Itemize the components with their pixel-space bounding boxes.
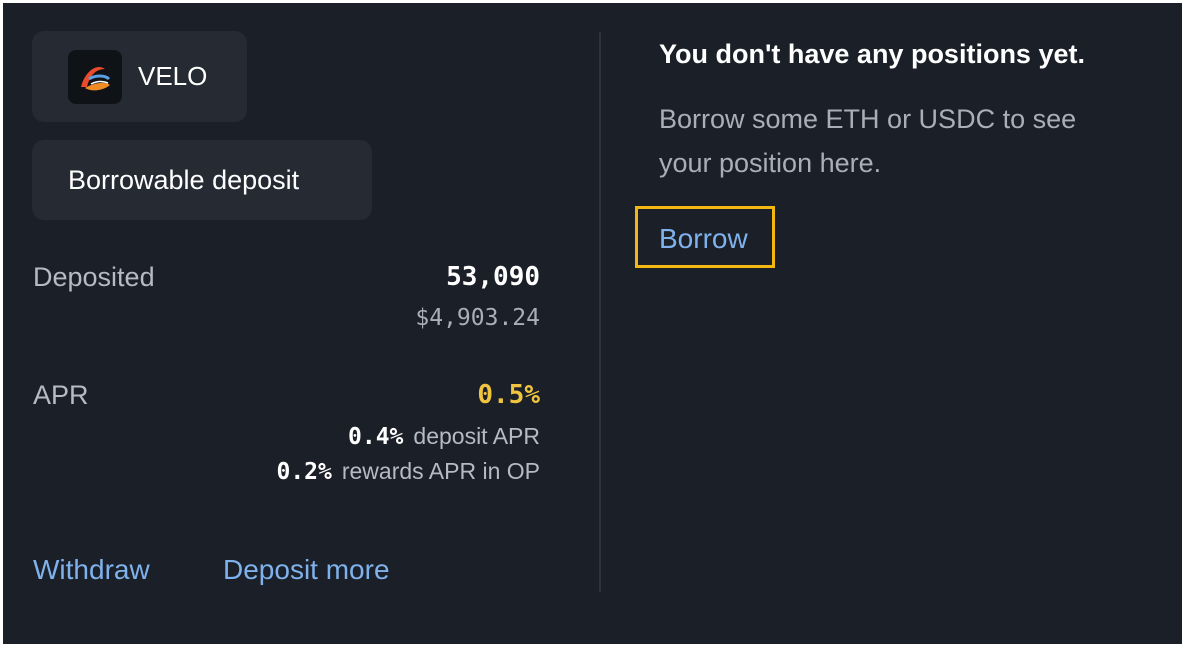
empty-positions-title: You don't have any positions yet. <box>659 39 1085 69</box>
token-name: VELO <box>138 61 208 91</box>
deposit-type-label: Borrowable deposit <box>68 164 300 195</box>
deposited-amount: 53,090 <box>446 262 540 292</box>
deposit-more-link[interactable]: Deposit more <box>223 554 390 586</box>
deposit-apr-row: 0.4% deposit APR <box>348 423 540 450</box>
rewards-apr-label: rewards APR in OP <box>341 458 540 484</box>
apr-label: APR <box>33 380 89 410</box>
token-chip: VELO <box>32 31 247 122</box>
apr-total: 0.5% <box>477 380 540 410</box>
rewards-apr-value: 0.2% <box>276 459 332 485</box>
velodrome-logo-icon <box>68 49 122 104</box>
deposited-label: Deposited <box>33 262 155 292</box>
withdraw-link[interactable]: Withdraw <box>33 554 150 586</box>
deposit-type-badge: Borrowable deposit <box>32 140 372 220</box>
deposit-apr-value: 0.4% <box>348 424 404 450</box>
deposited-usd-value: $4,903.24 <box>415 305 540 331</box>
rewards-apr-row: 0.2% rewards APR in OP <box>276 458 540 485</box>
vertical-divider <box>599 32 601 592</box>
borrow-link[interactable]: Borrow <box>659 223 748 255</box>
position-panel: VELO Borrowable deposit Deposited 53,090… <box>3 3 1182 644</box>
empty-positions-description: Borrow some ETH or USDC to see your posi… <box>659 104 1077 178</box>
deposit-apr-label: deposit APR <box>413 423 540 449</box>
